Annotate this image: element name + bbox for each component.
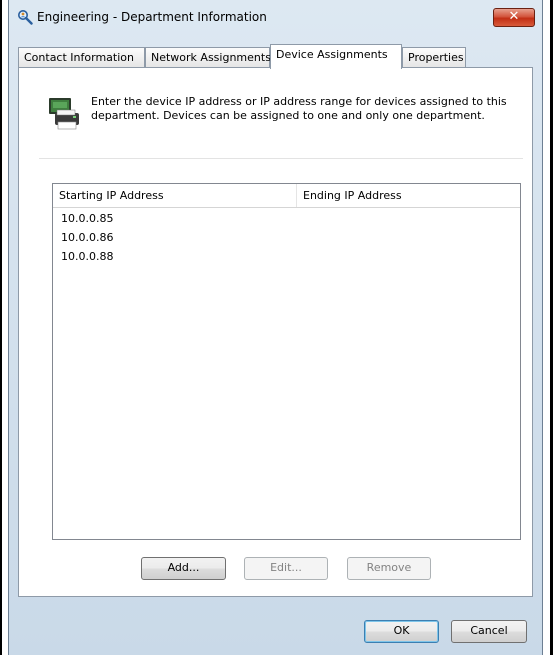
column-header-starting-ip[interactable]: Starting IP Address (53, 184, 297, 207)
instruction-text: Enter the device IP address or IP addres… (91, 95, 507, 122)
close-icon: ✕ (508, 9, 520, 24)
tab-network-assignments[interactable]: Network Assignments (145, 47, 271, 68)
column-label: Ending IP Address (303, 189, 402, 202)
device-ip-list[interactable]: Starting IP Address Ending IP Address 10… (52, 183, 521, 540)
starting-ip-cell: 10.0.0.85 (61, 212, 114, 225)
screen-edge-left (0, 0, 2, 655)
dialog-window: Engineering - Department Information ✕ C… (8, 0, 543, 655)
tab-contact-information[interactable]: Contact Information (18, 47, 145, 68)
close-button[interactable]: ✕ (493, 8, 535, 27)
list-row[interactable]: 10.0.0.88 (53, 247, 520, 266)
tab-label: Network Assignments (151, 51, 271, 64)
edit-button[interactable]: Edit... (244, 557, 328, 580)
list-row[interactable]: 10.0.0.85 (53, 209, 520, 228)
tab-device-assignments[interactable]: Device Assignments (270, 44, 402, 69)
tab-label: Device Assignments (276, 48, 388, 61)
starting-ip-cell: 10.0.0.86 (61, 231, 114, 244)
ok-button[interactable]: OK (364, 620, 439, 643)
magnifier-person-icon (18, 10, 33, 25)
column-header-ending-ip[interactable]: Ending IP Address (297, 184, 520, 207)
starting-ip-cell: 10.0.0.88 (61, 250, 114, 263)
separator-line (39, 158, 523, 159)
tab-properties[interactable]: Properties (402, 47, 466, 68)
tab-label: Properties (408, 51, 464, 64)
remove-button[interactable]: Remove (347, 557, 431, 580)
cancel-button[interactable]: Cancel (451, 620, 527, 643)
title-bar[interactable]: Engineering - Department Information ✕ (9, 0, 542, 36)
column-label: Starting IP Address (59, 189, 164, 202)
tab-label: Contact Information (24, 51, 134, 64)
list-header: Starting IP Address Ending IP Address (53, 184, 520, 208)
list-row[interactable]: 10.0.0.86 (53, 228, 520, 247)
add-button[interactable]: Add... (141, 557, 226, 580)
tab-panel: Enter the device IP address or IP addres… (18, 67, 533, 597)
printer-device-icon (49, 98, 79, 130)
window-title: Engineering - Department Information (37, 10, 267, 24)
